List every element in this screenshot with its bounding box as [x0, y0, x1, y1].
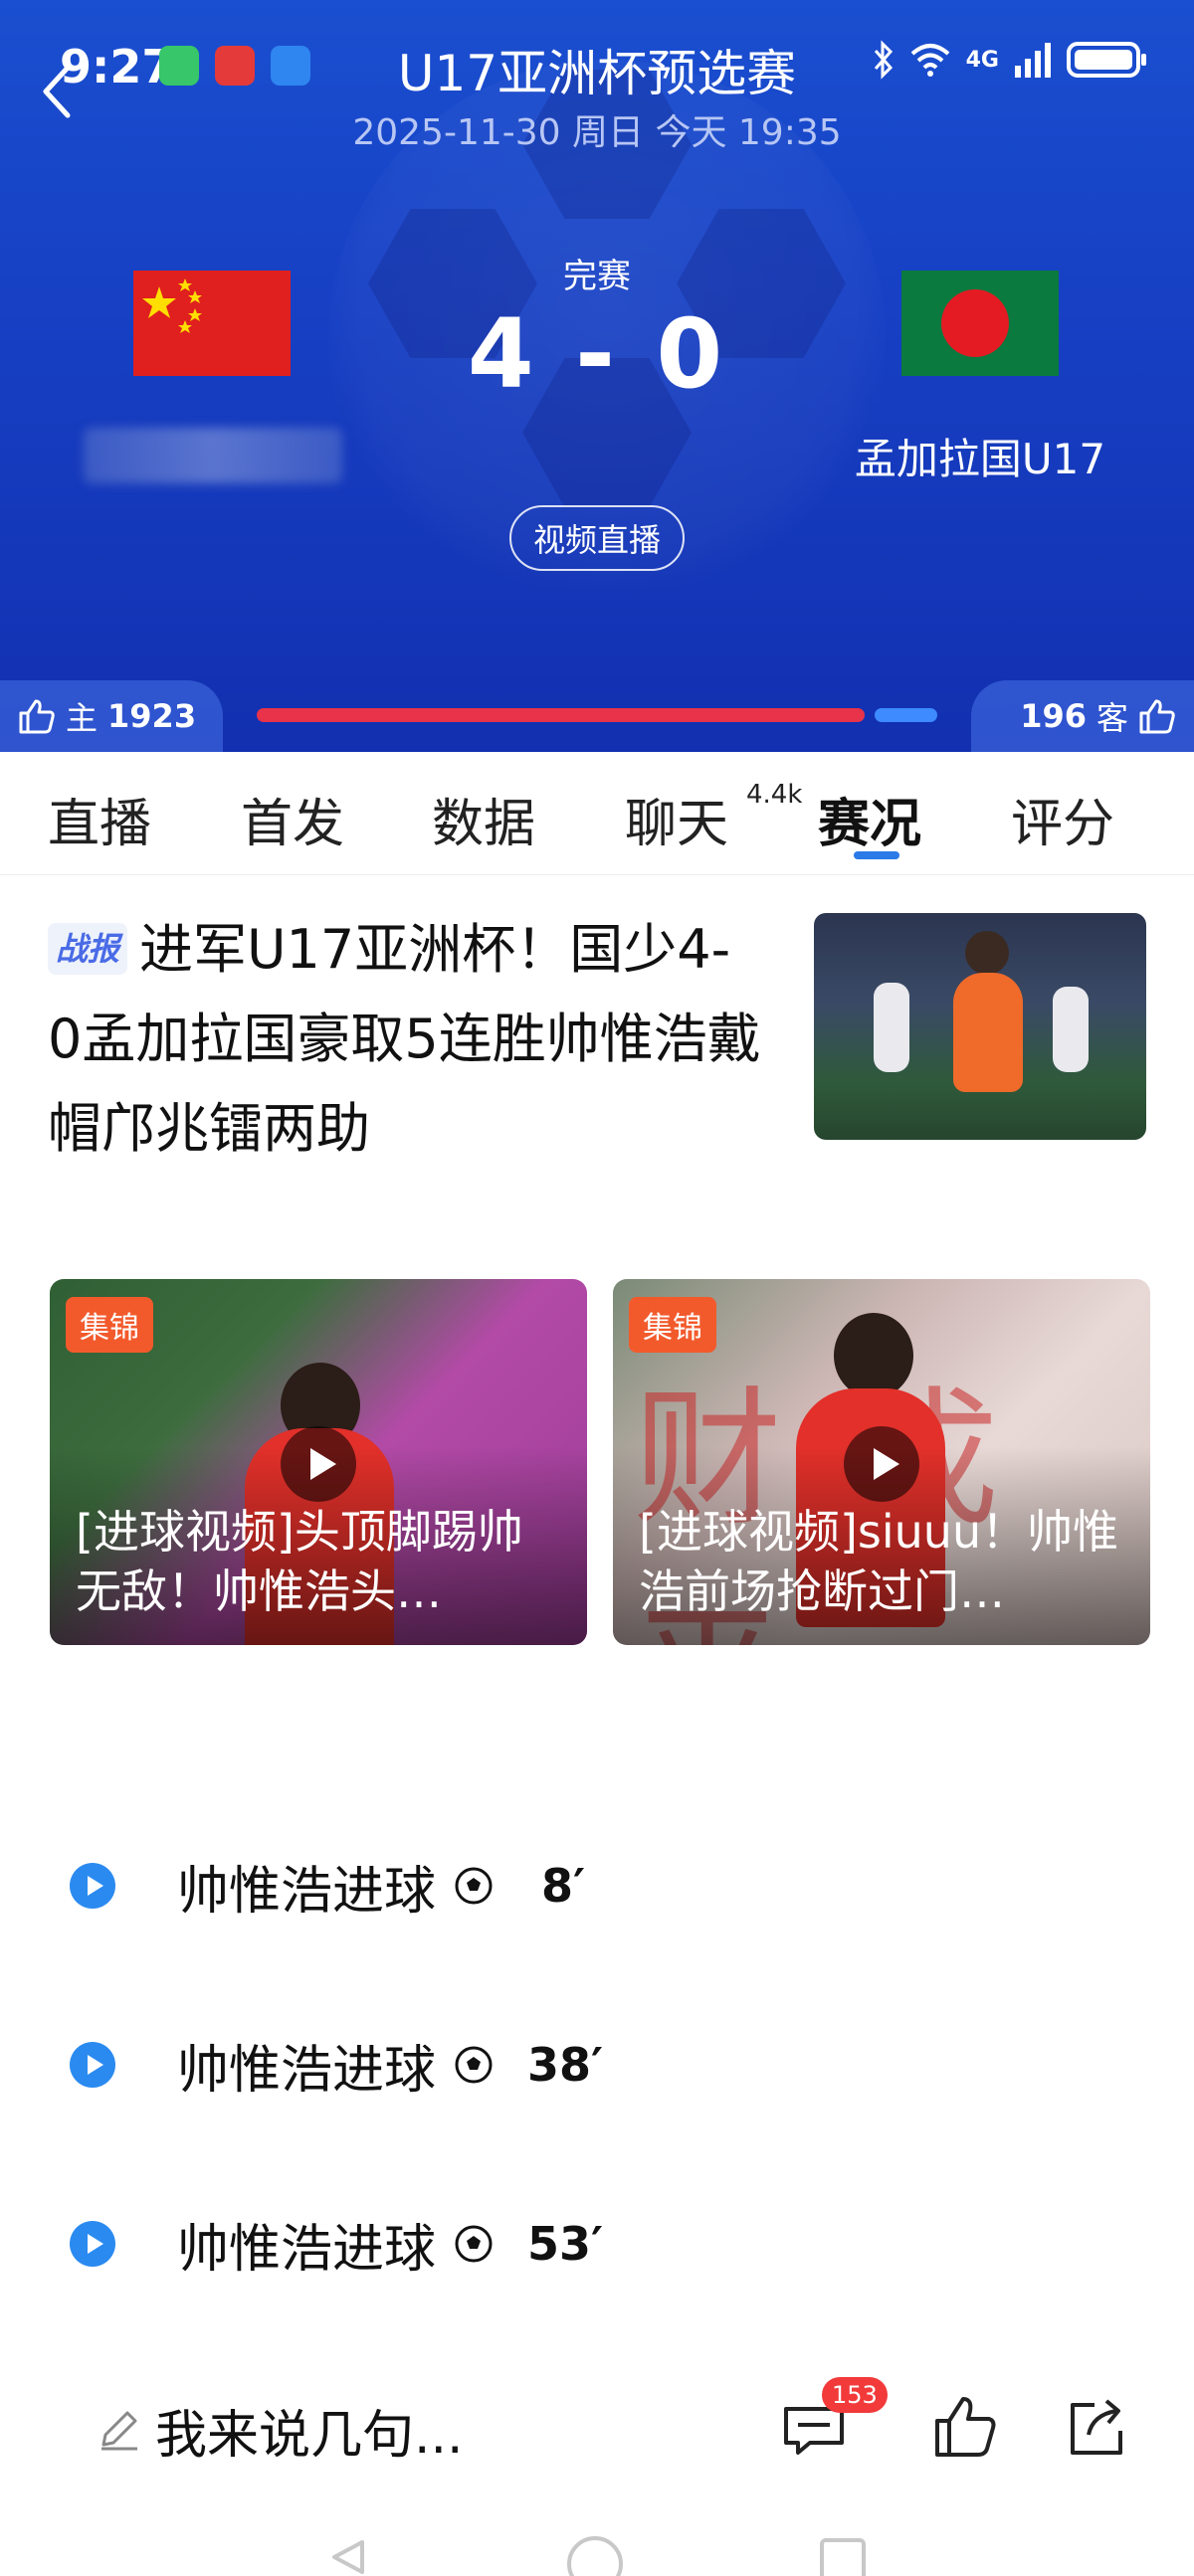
match-date: 2025-11-30 周日 今天 19:35: [352, 112, 842, 153]
soccer-ball-icon: [455, 2046, 493, 2084]
event-minute: 53′: [527, 2217, 604, 2271]
like-icon[interactable]: [931, 2395, 999, 2459]
away-support-fill: [875, 708, 937, 722]
network-type: 4G: [965, 47, 999, 73]
play-icon[interactable]: [70, 2221, 115, 2267]
play-icon[interactable]: [70, 2042, 115, 2088]
play-icon[interactable]: [844, 1426, 919, 1502]
share-icon[interactable]: [1067, 2395, 1126, 2459]
home-team-name-blurred: [84, 428, 342, 483]
home-like-button[interactable]: 主 1923: [0, 680, 223, 752]
battery-icon: [1067, 42, 1146, 78]
event-text: 帅惟浩进球: [177, 2040, 437, 2101]
nav-back-icon[interactable]: [328, 2538, 368, 2576]
active-tab-indicator: [854, 851, 899, 859]
goal-event-row[interactable]: 帅惟浩进球 8′: [70, 1846, 585, 1926]
signal-icon: [1015, 43, 1051, 78]
thumb-up-icon: [1139, 699, 1175, 734]
news-thumbnail[interactable]: [814, 913, 1146, 1140]
system-navigation-bar: [0, 2516, 1194, 2576]
home-support-count: 1923: [107, 697, 197, 735]
match-header: 9:27 U17亚洲杯预选赛 2025-11-30 周日 今天 19:35 4G: [0, 0, 1194, 752]
tab-live[interactable]: 直播: [48, 782, 151, 856]
comment-count-badge: 153: [822, 2377, 888, 2413]
tab-bar: 直播 首发 数据 聊天 4.4k 赛况 评分: [0, 752, 1194, 875]
play-icon[interactable]: [281, 1426, 356, 1502]
event-minute: 38′: [527, 2038, 604, 2092]
home-support-fill: [257, 708, 865, 722]
video-title: [进球视频]头顶脚踢帅无敌！帅惟浩头…: [76, 1505, 523, 1618]
wifi-icon: [910, 44, 949, 77]
goal-event-row[interactable]: 帅惟浩进球 53′: [70, 2204, 603, 2284]
video-title: [进球视频]siuuu！帅惟浩前场抢断过门…: [639, 1505, 1119, 1618]
comment-input[interactable]: 我来说几句...: [155, 2393, 464, 2468]
video-live-button[interactable]: 视频直播: [509, 505, 685, 571]
thumb-up-icon: [19, 699, 55, 734]
video-card[interactable]: 集锦 [进球视频]头顶脚踢帅无敌！帅惟浩头…: [50, 1279, 587, 1645]
away-support-count: 196: [1020, 697, 1087, 735]
tab-match-report[interactable]: 赛况: [818, 782, 921, 856]
chat-count-badge: 4.4k: [746, 780, 803, 810]
event-minute: 8′: [541, 1859, 586, 1913]
report-tag: 战报: [48, 923, 128, 975]
soccer-ball-icon: [455, 2225, 493, 2263]
away-like-button[interactable]: 196 客: [971, 680, 1194, 752]
comment-bar: 我来说几句...: [0, 2367, 1194, 2486]
goal-event-row[interactable]: 帅惟浩进球 38′: [70, 2025, 603, 2105]
tab-stats[interactable]: 数据: [432, 782, 535, 856]
tab-lineup[interactable]: 首发: [241, 782, 344, 856]
video-card[interactable]: 财 戎平 集锦 [进球视频]siuuu！帅惟浩前场抢断过门…: [613, 1279, 1150, 1645]
home-label: 主: [66, 699, 99, 737]
support-ratio-track: [257, 708, 937, 722]
play-icon[interactable]: [70, 1863, 115, 1909]
away-team-flag[interactable]: [901, 271, 1059, 376]
tab-chat[interactable]: 聊天: [625, 782, 728, 856]
status-indicators: 4G: [873, 40, 1148, 80]
support-bar: 主 1923 196 客: [0, 680, 1194, 752]
pen-icon: [101, 2411, 137, 2451]
away-team-name[interactable]: 孟加拉国U17: [826, 426, 1134, 486]
highlights-tag: 集锦: [66, 1297, 153, 1353]
bluetooth-icon: [874, 40, 893, 80]
news-headline-item[interactable]: 战报 进军U17亚洲杯！国少4-0孟加拉国豪取5连胜帅惟浩戴帽邝兆镭两助: [48, 905, 764, 1174]
highlights-tag: 集锦: [629, 1297, 716, 1353]
event-text: 帅惟浩进球: [177, 1861, 437, 1922]
nav-recent-apps-icon[interactable]: [820, 2538, 866, 2576]
soccer-ball-icon: [455, 1867, 493, 1905]
tab-ratings[interactable]: 评分: [1011, 782, 1114, 856]
away-label: 客: [1095, 699, 1128, 737]
event-text: 帅惟浩进球: [177, 2219, 437, 2280]
news-headline: 进军U17亚洲杯！国少4-0孟加拉国豪取5连胜帅惟浩戴帽邝兆镭两助: [48, 918, 761, 1160]
nav-home-icon[interactable]: [567, 2536, 623, 2576]
